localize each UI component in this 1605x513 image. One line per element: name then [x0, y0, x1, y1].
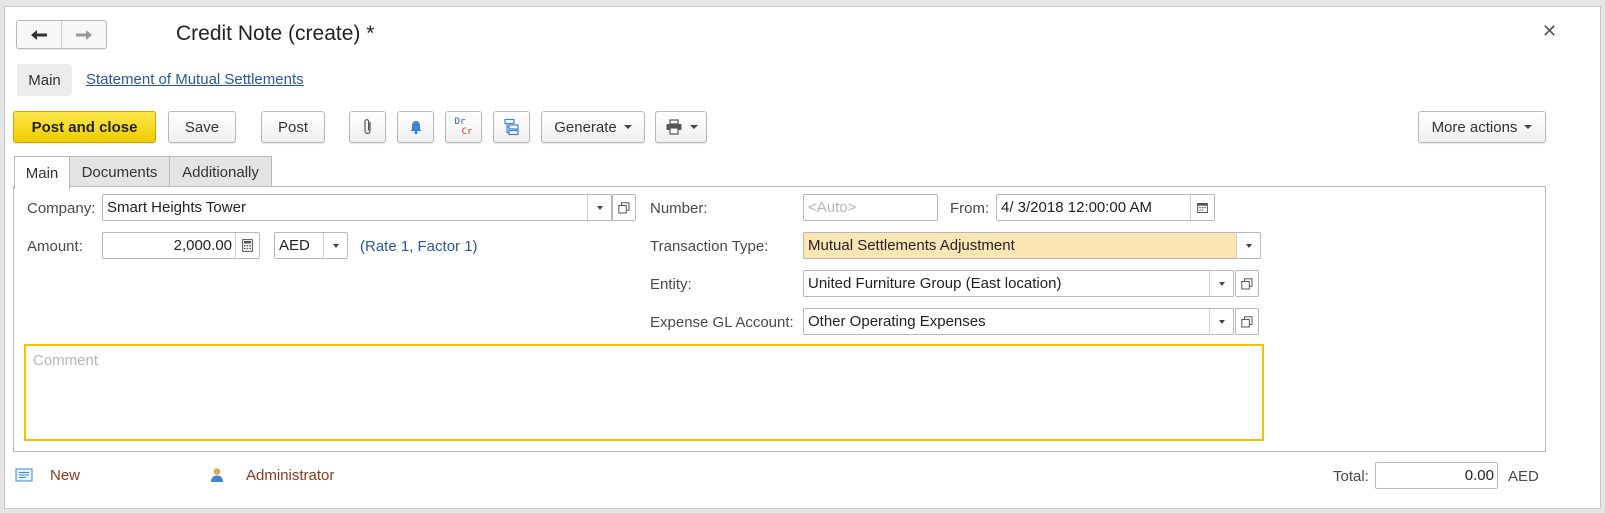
post-label: Post: [277, 118, 308, 136]
post-button[interactable]: Post: [261, 111, 325, 143]
total-value: 0.00: [1464, 467, 1494, 484]
user-icon: [211, 468, 223, 482]
currency-field[interactable]: AED: [274, 232, 348, 259]
comment-placeholder: Comment: [33, 352, 99, 369]
document-status-text: New: [50, 467, 81, 484]
chevron-down-icon: [1218, 281, 1225, 286]
bell-icon: [410, 121, 421, 135]
chevron-down-icon: [623, 125, 632, 129]
company-value: Smart Heights Tower: [107, 199, 246, 216]
post-and-close-button[interactable]: Post and close: [13, 111, 156, 143]
save-button[interactable]: Save: [168, 111, 236, 143]
navigation-buttons: [16, 20, 107, 49]
post-and-close-label: Post and close: [31, 118, 138, 136]
from-label: From:: [950, 200, 990, 217]
section-main[interactable]: Main: [17, 64, 72, 96]
chevron-down-icon: [1218, 319, 1225, 324]
document-window: Credit Note (create) * ✕ Main Statement …: [4, 6, 1601, 509]
tab-additionally-label: Additionally: [182, 163, 259, 181]
more-actions-button[interactable]: More actions: [1418, 111, 1546, 143]
dr-label: Dr: [454, 117, 466, 127]
total-label: Total:: [1333, 468, 1369, 485]
company-label: Company:: [27, 200, 96, 217]
chevron-down-icon: [596, 205, 603, 210]
tab-main-label: Main: [25, 164, 59, 182]
paperclip-icon: [363, 119, 371, 135]
tab-documents-label: Documents: [81, 163, 158, 181]
statement-of-mutual-settlements-link[interactable]: Statement of Mutual Settlements: [86, 71, 304, 88]
more-actions-label: More actions: [1431, 118, 1518, 136]
expense-gl-account-label: Expense GL Account:: [650, 314, 794, 331]
window-title: Credit Note (create) *: [176, 22, 375, 45]
calculator-button[interactable]: [235, 233, 259, 258]
from-date-field[interactable]: 4/ 3/2018 12:00:00 AM: [996, 194, 1215, 221]
expense-gl-account-field[interactable]: Other Operating Expenses: [803, 308, 1234, 335]
chevron-down-icon: [332, 243, 339, 248]
tab-additionally[interactable]: Additionally: [169, 156, 272, 187]
calendar-icon: [1197, 203, 1208, 213]
calculator-icon: [242, 239, 253, 252]
arrow-left-icon: [31, 29, 47, 40]
calendar-button[interactable]: [1190, 195, 1214, 220]
back-button[interactable]: [17, 21, 61, 48]
generate-dropdown-button[interactable]: Generate: [541, 111, 645, 143]
entity-field[interactable]: United Furniture Group (East location): [803, 270, 1234, 297]
generate-label: Generate: [554, 118, 617, 136]
rate-factor-link[interactable]: (Rate 1, Factor 1): [360, 238, 478, 255]
expense-gl-dropdown-button[interactable]: [1209, 309, 1233, 334]
entity-open-button[interactable]: [1235, 270, 1259, 297]
hierarchy-icon: [503, 118, 519, 136]
save-label: Save: [184, 118, 220, 136]
company-dropdown-button[interactable]: [587, 195, 611, 220]
chevron-down-icon: [689, 125, 698, 129]
tab-main[interactable]: Main: [14, 156, 70, 189]
amount-label: Amount:: [27, 238, 83, 255]
transaction-type-field[interactable]: Mutual Settlements Adjustment: [803, 232, 1261, 259]
expense-gl-account-value: Other Operating Expenses: [808, 313, 986, 330]
arrow-right-icon: [76, 29, 92, 40]
close-icon[interactable]: ✕: [1542, 21, 1557, 42]
company-field[interactable]: Smart Heights Tower: [102, 194, 612, 221]
expense-gl-open-button[interactable]: [1235, 308, 1259, 335]
transaction-type-dropdown-button[interactable]: [1236, 233, 1260, 258]
amount-field[interactable]: 2,000.00: [102, 232, 260, 259]
total-field: 0.00: [1375, 462, 1498, 489]
tab-documents[interactable]: Documents: [69, 156, 170, 187]
amount-value: 2,000.00: [173, 237, 232, 254]
number-label: Number:: [650, 200, 708, 217]
entity-label: Entity:: [650, 276, 692, 293]
transaction-type-value: Mutual Settlements Adjustment: [808, 237, 1015, 254]
number-placeholder: <Auto>: [808, 199, 857, 216]
transaction-type-label: Transaction Type:: [650, 238, 769, 255]
chevron-down-icon: [1245, 243, 1252, 248]
structure-button[interactable]: [493, 111, 530, 143]
comment-textarea[interactable]: Comment: [24, 344, 1264, 441]
print-dropdown-button[interactable]: [655, 111, 707, 143]
number-field[interactable]: <Auto>: [803, 194, 938, 221]
document-status-icon: [15, 468, 33, 482]
currency-dropdown-button[interactable]: [323, 233, 347, 258]
open-window-icon: [1241, 277, 1253, 289]
open-window-icon: [618, 201, 630, 213]
entity-value: United Furniture Group (East location): [808, 275, 1062, 292]
open-window-icon: [1241, 315, 1253, 327]
from-date-value: 4/ 3/2018 12:00:00 AM: [1001, 199, 1152, 216]
author-text[interactable]: Administrator: [246, 467, 334, 484]
chevron-down-icon: [1524, 125, 1533, 129]
currency-value: AED: [279, 237, 310, 254]
company-open-button[interactable]: [612, 194, 636, 221]
forward-button[interactable]: [61, 21, 106, 48]
total-currency: AED: [1508, 468, 1539, 485]
attachment-button[interactable]: [349, 111, 386, 143]
reminder-button[interactable]: [397, 111, 434, 143]
cr-label: Cr: [461, 127, 473, 137]
printer-icon: [666, 119, 681, 135]
entity-dropdown-button[interactable]: [1209, 271, 1233, 296]
dr-cr-postings-button[interactable]: Dr Cr: [445, 111, 482, 143]
